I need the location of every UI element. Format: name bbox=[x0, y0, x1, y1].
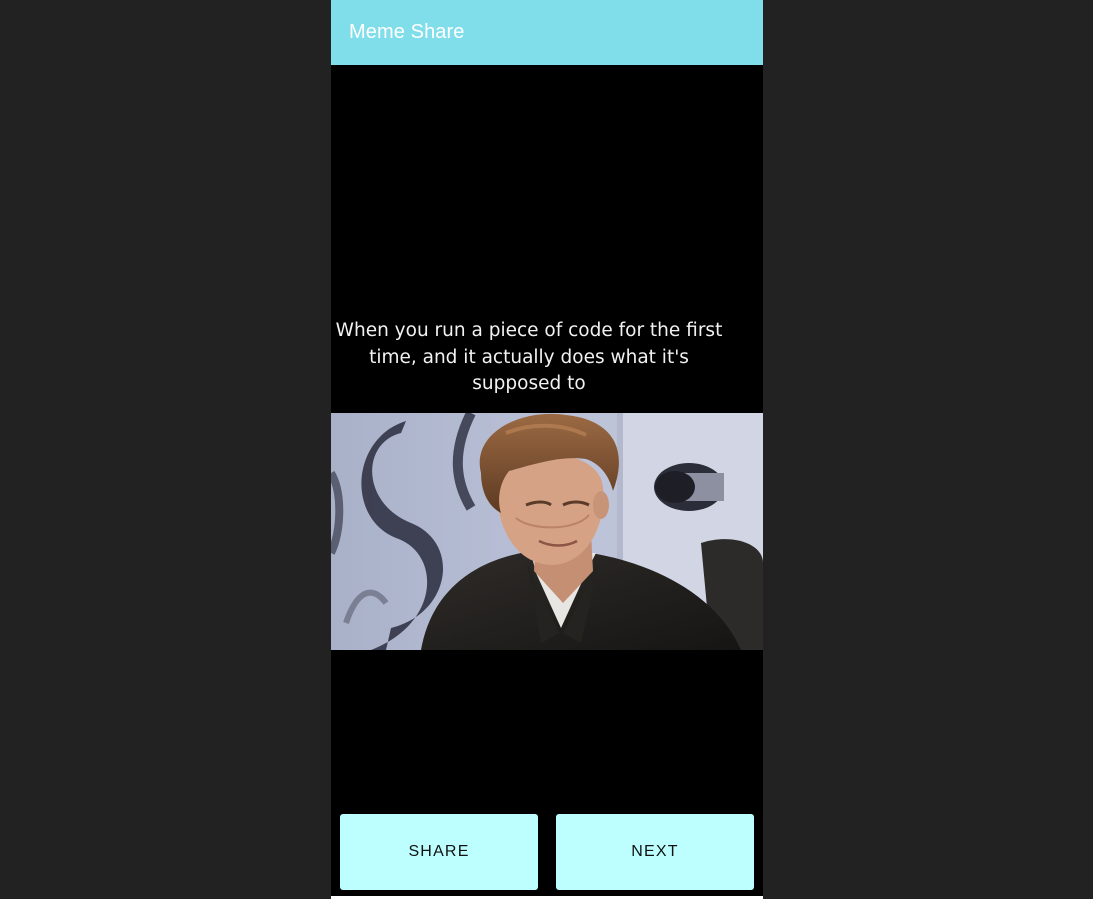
next-button[interactable]: NEXT bbox=[556, 814, 754, 890]
app-title: Meme Share bbox=[349, 21, 465, 43]
meme-caption: When you run a piece of code for the fir… bbox=[335, 320, 723, 394]
app-bar: Meme Share bbox=[331, 0, 763, 65]
share-button[interactable]: SHARE bbox=[340, 814, 538, 890]
meme-image bbox=[331, 413, 763, 650]
app-screen: Meme Share When you run a piece of code … bbox=[331, 0, 763, 899]
meme-view: When you run a piece of code for the fir… bbox=[331, 65, 763, 805]
